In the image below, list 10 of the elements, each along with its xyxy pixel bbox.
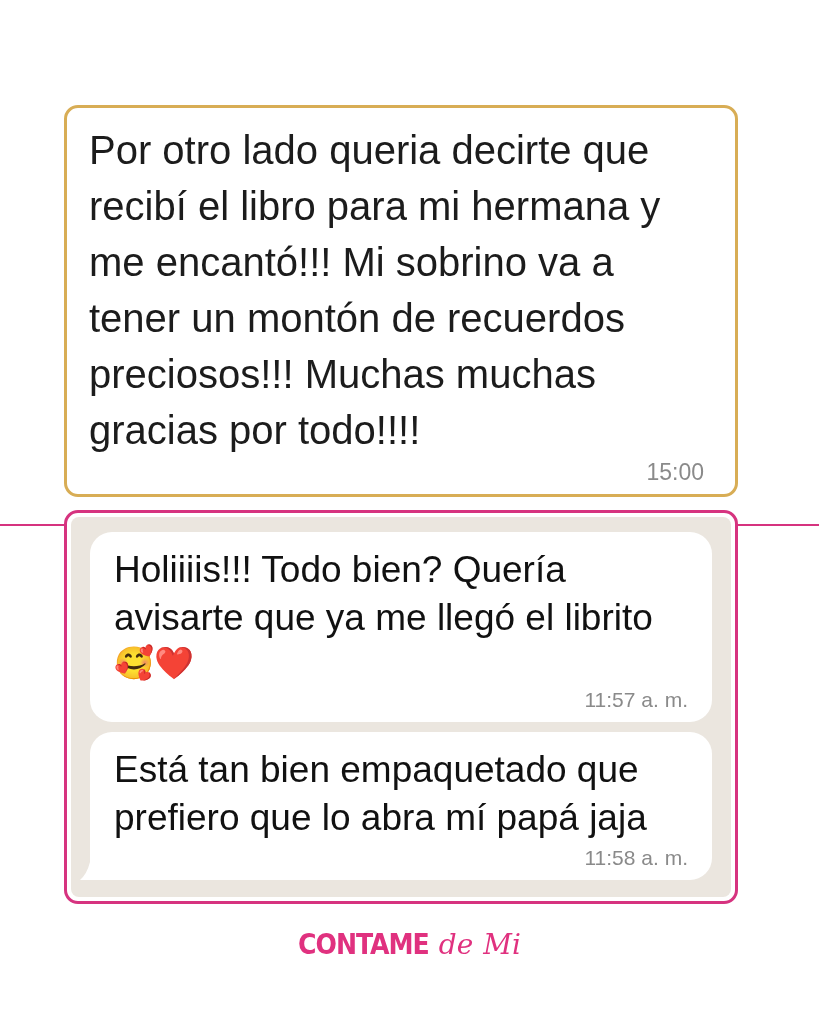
message-text: Holiiiis!!! Todo bien? Quería avisarte que ya me llegó el librito — [114, 548, 654, 640]
message-time: 11:57 a. m. — [583, 687, 688, 713]
message-text: Está tan bien empaquetado que prefiero que lo abra mí papá jaja — [114, 748, 648, 840]
logo-word: de — [438, 928, 474, 961]
message-time: 15:00 — [645, 458, 705, 486]
message-time: 11:58 a. m. — [583, 845, 688, 871]
emoji-text: 🥰❤ — [114, 643, 195, 683]
logo-word: Mi — [483, 928, 521, 961]
logo-word: CONTAME — [298, 928, 429, 961]
message-text: Por otro lado queria decirte que recibí el libro para mi hermana y me encantó!!! Mi sobrino va a tener un montón de recuerdos preciosos!!! Muchas muchas gracias por todo!!!! — [89, 127, 662, 454]
